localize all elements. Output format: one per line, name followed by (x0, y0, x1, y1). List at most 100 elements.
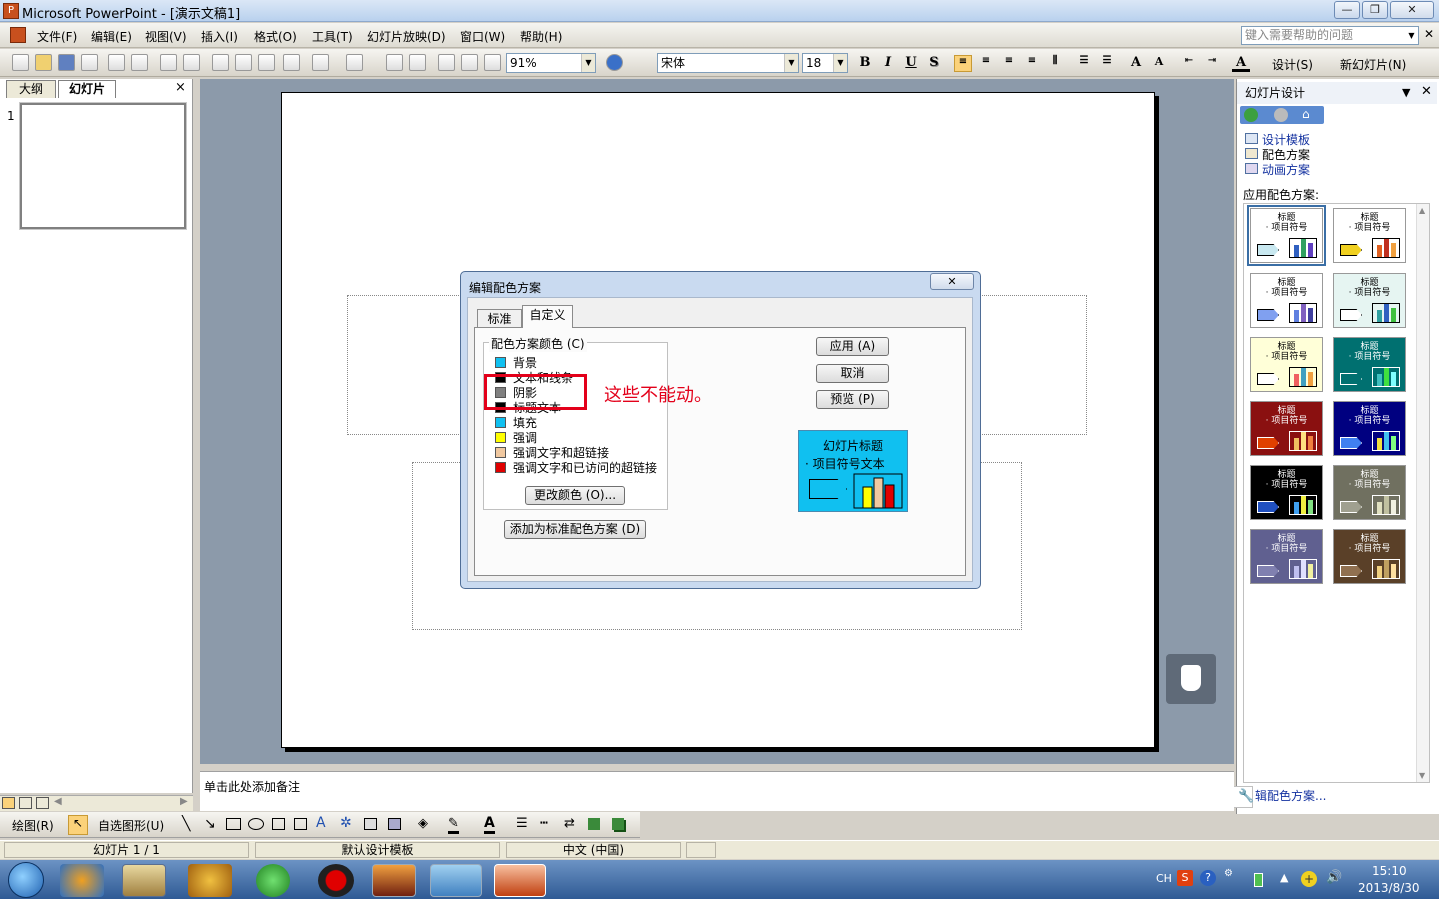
chevron-down-icon[interactable]: ▼ (833, 54, 847, 72)
close-document-icon[interactable]: ✕ (1424, 27, 1434, 41)
zoom-select[interactable]: 91% ▼ (506, 53, 596, 73)
undo-icon[interactable] (312, 54, 329, 71)
color-scheme-option[interactable]: 标题 · 项目符号 (1250, 529, 1323, 584)
color-scheme-option[interactable]: 标题 · 项目符号 (1250, 465, 1323, 520)
window-switch-icon[interactable] (430, 864, 482, 897)
help-tray-icon[interactable]: ? (1200, 870, 1216, 886)
draw-menu[interactable]: 绘图(R) (12, 817, 54, 834)
update-icon[interactable] (256, 864, 290, 897)
home-icon[interactable]: ⌂ (1302, 107, 1310, 121)
color-item[interactable]: 背景 (495, 356, 537, 371)
new-slide-button[interactable]: 新幻灯片(N) (1340, 56, 1406, 73)
fill-color-icon[interactable]: ◈ (418, 816, 428, 831)
bold-button[interactable]: B (856, 55, 874, 72)
apply-button[interactable]: 应用 (A) (816, 337, 889, 356)
font-size-select[interactable]: 18 ▼ (802, 53, 848, 73)
line-icon[interactable]: ╲ (182, 816, 190, 832)
font-color-icon[interactable]: A (1232, 55, 1250, 72)
color-scheme-option[interactable]: 标题 · 项目符号 (1250, 337, 1323, 392)
animation-schemes-link[interactable]: 动画方案 (1262, 161, 1310, 178)
format-painter-icon[interactable] (283, 54, 300, 71)
record-icon[interactable] (318, 864, 354, 897)
decrease-font-icon[interactable]: A (1150, 55, 1168, 72)
document-icon[interactable] (10, 27, 26, 43)
print-preview-icon[interactable] (131, 54, 148, 71)
help-icon[interactable] (606, 54, 623, 71)
scroll-up-icon[interactable]: ▲ (1419, 206, 1425, 215)
forward-icon[interactable] (1274, 108, 1288, 122)
autoshapes-menu[interactable]: 自选图形(U) (98, 817, 164, 834)
chevron-down-icon[interactable]: ▼ (581, 54, 595, 72)
dash-style-icon[interactable]: ┅ (540, 816, 548, 831)
new-icon[interactable] (12, 54, 29, 71)
sogou-tray-icon[interactable]: S (1177, 870, 1193, 886)
powerpoint-taskbar-icon[interactable] (494, 864, 546, 897)
file-explorer-icon[interactable] (122, 864, 166, 897)
menu-edit[interactable]: 编辑(E) (91, 28, 132, 45)
decrease-indent-icon[interactable]: ⇤ (1180, 55, 1198, 72)
print-icon[interactable] (108, 54, 125, 71)
permission-icon[interactable] (81, 54, 98, 71)
clock-time[interactable]: 15:10 (1372, 864, 1407, 878)
task-pane-menu-icon[interactable]: ▼ (1402, 86, 1410, 99)
arrow-icon[interactable]: ↘ (204, 816, 216, 832)
open-icon[interactable] (35, 54, 52, 71)
expand-all-icon[interactable] (438, 54, 455, 71)
line-color-icon[interactable]: ✎ (448, 816, 459, 834)
color-scheme-option[interactable]: 标题 · 项目符号 (1333, 337, 1406, 392)
tab-custom[interactable]: 自定义 (522, 305, 573, 328)
bullets-icon[interactable]: ☰ (1098, 55, 1116, 72)
menu-help[interactable]: 帮助(H) (520, 28, 562, 45)
color-scheme-option[interactable]: 标题 · 项目符号 (1333, 401, 1406, 456)
align-center-icon[interactable]: ≡ (977, 55, 995, 72)
tab-slides[interactable]: 幻灯片 (58, 80, 116, 98)
close-pane-icon[interactable]: × (175, 80, 186, 95)
notes-pane[interactable]: 单击此处添加备注 (200, 771, 1234, 811)
slideshow-view-icon[interactable] (36, 797, 49, 809)
menu-view[interactable]: 视图(V) (145, 28, 187, 45)
color-scheme-option[interactable]: 标题 · 项目符号 (1333, 465, 1406, 520)
show-hidden-icons[interactable]: ▲ (1280, 871, 1288, 884)
status-template[interactable]: 默认设计模板 (255, 842, 500, 858)
menu-insert[interactable]: 插入(I) (201, 28, 238, 45)
increase-font-icon[interactable]: A (1127, 55, 1145, 72)
align-right-icon[interactable]: ≡ (1000, 55, 1018, 72)
color-scheme-option[interactable]: 标题 · 项目符号 (1333, 273, 1406, 328)
minimize-button[interactable]: — (1334, 1, 1360, 19)
clipart-icon[interactable] (364, 818, 377, 830)
color-item[interactable]: 强调文字和已访问的超链接 (495, 461, 657, 476)
menu-file[interactable]: 文件(F) (37, 28, 77, 45)
tray-settings-icon[interactable]: ⚙ (1224, 868, 1233, 879)
scroll-down-icon[interactable]: ▼ (1419, 771, 1425, 780)
change-color-button[interactable]: 更改颜色 (O)... (525, 486, 625, 505)
menu-slideshow[interactable]: 幻灯片放映(D) (367, 28, 446, 45)
chevron-down-icon[interactable]: ▼ (784, 54, 798, 72)
insert-chart-icon[interactable] (386, 54, 403, 71)
draw-font-color-icon[interactable]: A (484, 815, 495, 834)
dialog-close-button[interactable]: ✕ (930, 273, 974, 290)
tab-outline[interactable]: 大纲 (6, 80, 56, 98)
add-standard-scheme-button[interactable]: 添加为标准配色方案 (D) (504, 520, 646, 539)
underline-button[interactable]: U (902, 55, 920, 72)
design-button[interactable]: 设计(S) (1272, 56, 1313, 73)
powerpoint-icon[interactable]: P (3, 3, 19, 19)
redo-icon[interactable] (346, 54, 363, 71)
vertical-textbox-icon[interactable] (294, 818, 307, 830)
normal-view-icon[interactable] (2, 797, 15, 809)
color-scheme-option[interactable]: 标题 · 项目符号 (1250, 273, 1323, 328)
font-select[interactable]: 宋体 ▼ (657, 53, 799, 73)
color-scheme-option[interactable]: 标题 · 项目符号 (1333, 529, 1406, 584)
copy-icon[interactable] (235, 54, 252, 71)
network-tray-icon[interactable]: + (1301, 871, 1317, 887)
arrow-style-icon[interactable]: ⇄ (564, 816, 575, 831)
research-icon[interactable] (183, 54, 200, 71)
taskbar-app-icon[interactable] (60, 864, 104, 897)
tools-icon[interactable]: 🔧 (1238, 789, 1254, 804)
scroll-right-icon[interactable]: ▶ (180, 796, 188, 807)
diagram-icon[interactable]: ✲ (340, 815, 352, 831)
back-icon[interactable] (1244, 108, 1258, 122)
game-icon[interactable] (372, 864, 416, 897)
spelling-icon[interactable] (160, 54, 177, 71)
floating-tool-button[interactable] (1166, 654, 1216, 704)
textbox-icon[interactable] (272, 818, 285, 830)
